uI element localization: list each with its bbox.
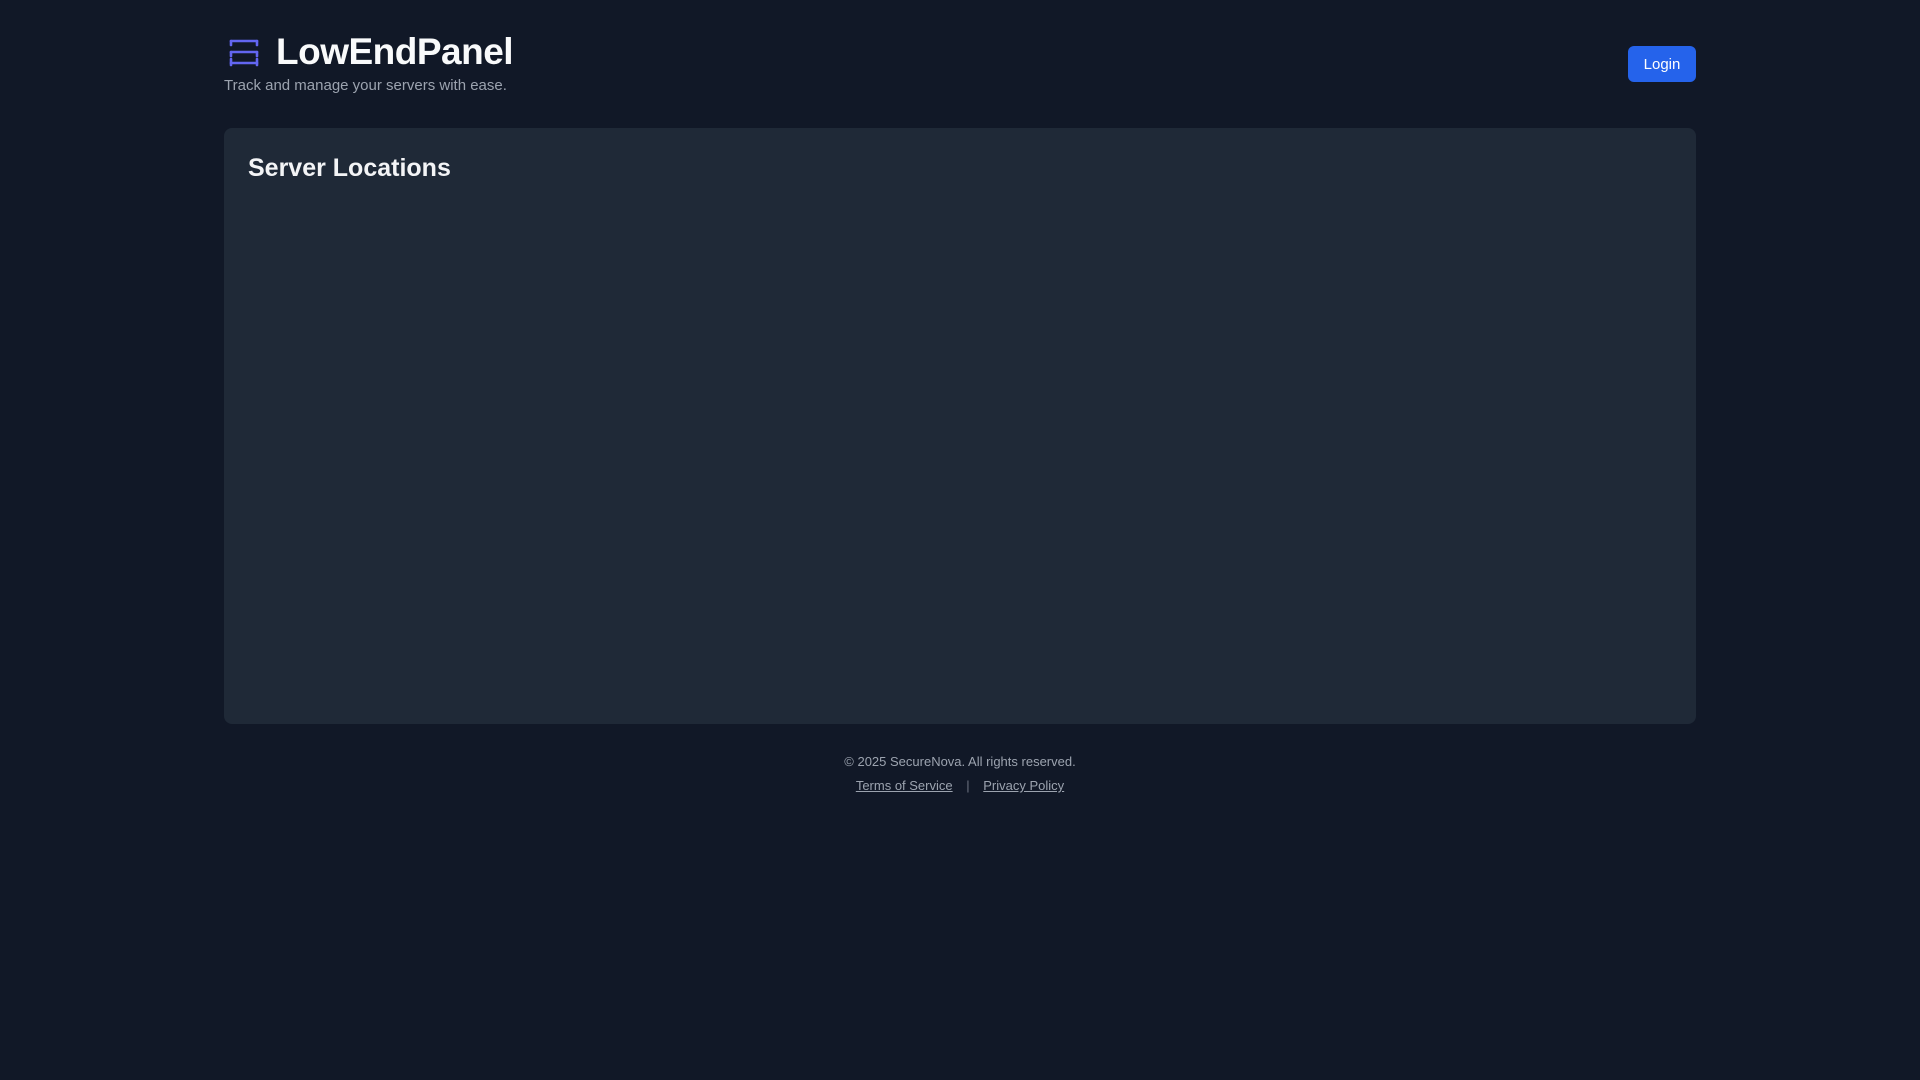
privacy-policy-link[interactable]: Privacy Policy [983,778,1064,793]
main-container: LowEndPanel Track and manage your server… [224,0,1696,793]
footer: © 2025 SecureNova. All rights reserved. … [224,752,1696,796]
terms-of-service-link[interactable]: Terms of Service [856,778,953,793]
login-button[interactable]: Login [1628,46,1696,82]
app-title: LowEndPanel [276,31,514,72]
footer-links: Terms of Service | Privacy Policy [224,776,1696,796]
tagline: Track and manage your servers with ease. [224,77,507,94]
page: LowEndPanel Track and manage your server… [0,0,1920,1080]
server-locations-map[interactable] [248,200,1672,700]
card-title: Server Locations [248,154,451,182]
copyright-text: © 2025 SecureNova. All rights reserved. [844,754,1076,769]
card-header: Server Locations [248,152,451,184]
server-locations-card: Server Locations [224,128,1696,724]
header: LowEndPanel Track and manage your server… [224,0,1696,128]
brand: LowEndPanel [224,30,514,74]
server-stack-icon [224,32,264,72]
footer-separator: | [966,778,970,793]
